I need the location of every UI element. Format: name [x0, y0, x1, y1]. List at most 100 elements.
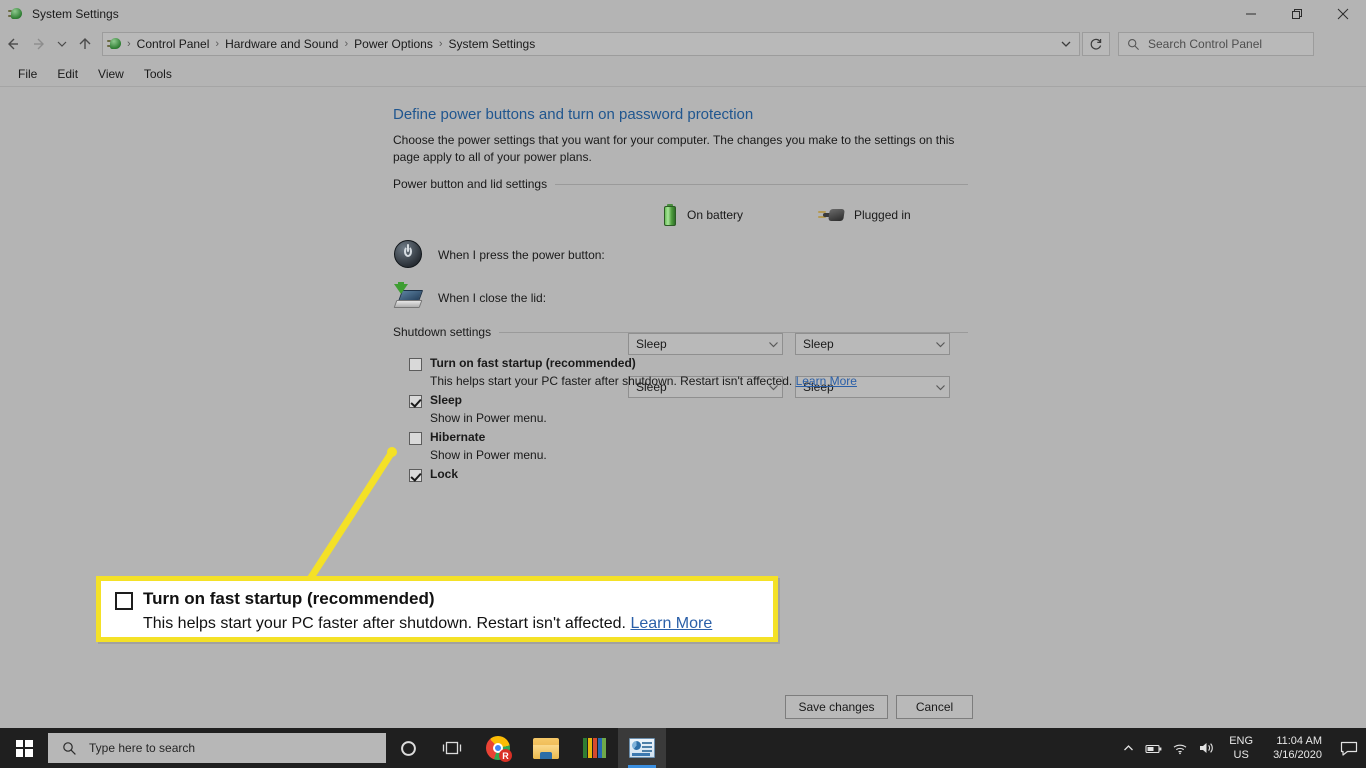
search-icon: [1127, 38, 1140, 51]
callout-checkbox-fast-startup: [115, 592, 133, 610]
system-tray: ENG US 11:04 AM 3/16/2020: [1115, 728, 1366, 768]
column-header-on-battery: On battery: [663, 203, 743, 227]
button-label: Save changes: [798, 700, 875, 714]
checkbox-row-fast-startup[interactable]: Turn on fast startup (recommended): [409, 356, 636, 371]
description-text: Show in Power menu.: [430, 411, 547, 425]
battery-icon: [663, 204, 677, 226]
address-breadcrumb-box[interactable]: › Control Panel › Hardware and Sound › P…: [102, 32, 1080, 56]
clock-date: 3/16/2020: [1273, 749, 1322, 761]
dropdown-value: Sleep: [636, 337, 667, 351]
callout-learn-more-link: Learn More: [630, 615, 713, 632]
windows-logo-icon[interactable]: [0, 728, 48, 768]
checkbox-description-sleep: Show in Power menu.: [430, 411, 547, 425]
description-text: This helps start your PC faster after sh…: [430, 374, 793, 388]
search-input[interactable]: Search Control Panel: [1148, 37, 1262, 51]
menu-item-view[interactable]: View: [88, 65, 134, 83]
group-label: Power button and lid settings: [393, 177, 548, 191]
column-label: Plugged in: [854, 208, 911, 222]
refresh-icon[interactable]: [1082, 32, 1110, 56]
menu-item-edit[interactable]: Edit: [47, 65, 88, 83]
recent-locations-chevron-down-icon[interactable]: [52, 29, 72, 59]
chevron-down-icon: [931, 339, 949, 350]
checkbox-fast-startup[interactable]: [409, 358, 422, 371]
taskbar: Type here to search R ENG US 11:04 AM 3/…: [0, 728, 1366, 768]
content-pane: Define power buttons and turn on passwor…: [0, 87, 1366, 719]
clock[interactable]: 11:04 AM 3/16/2020: [1263, 728, 1332, 768]
file-explorer-icon: [533, 737, 559, 759]
title-bar: System Settings: [0, 0, 1366, 28]
up-arrow-icon[interactable]: [72, 29, 98, 59]
menu-item-tools[interactable]: Tools: [134, 65, 182, 83]
checkbox-description-hibernate: Show in Power menu.: [430, 448, 547, 462]
learn-more-link[interactable]: Learn More: [796, 374, 857, 388]
menu-item-file[interactable]: File: [8, 65, 47, 83]
checkbox-hibernate[interactable]: [409, 432, 422, 445]
close-button[interactable]: [1320, 0, 1366, 28]
address-bar: › Control Panel › Hardware and Sound › P…: [0, 28, 1366, 60]
speaker-icon[interactable]: [1193, 728, 1219, 768]
description-text: Show in Power menu.: [430, 448, 547, 462]
clock-time: 11:04 AM: [1276, 735, 1322, 747]
taskbar-search-box[interactable]: Type here to search: [48, 733, 386, 763]
callout-title: Turn on fast startup (recommended): [143, 589, 435, 608]
checkbox-description-fast-startup: This helps start your PC faster after sh…: [430, 374, 857, 388]
callout-leader-line: [306, 447, 397, 583]
taskbar-app-google-chrome-icon[interactable]: R: [474, 728, 522, 768]
checkbox-lock[interactable]: [409, 469, 422, 482]
task-view-icon[interactable]: [430, 728, 474, 768]
callout-highlight-box: Turn on fast startup (recommended) This …: [96, 576, 778, 642]
google-chrome-icon: R: [486, 736, 512, 762]
setting-label: When I press the power button:: [438, 248, 605, 262]
language-indicator[interactable]: ENG US: [1219, 728, 1263, 768]
checkbox-label: Hibernate: [430, 430, 486, 444]
dropdown-value: Sleep: [803, 337, 834, 351]
control-panel-icon: [629, 738, 655, 758]
group-header-power-button-and-lid-settings: Power button and lid settings: [393, 177, 968, 191]
window-controls: [1228, 0, 1366, 28]
action-center-icon[interactable]: [1332, 728, 1366, 768]
taskbar-app-paint-icon[interactable]: [570, 728, 618, 768]
chevron-down-icon: [764, 339, 782, 350]
chevron-up-icon[interactable]: [1115, 728, 1141, 768]
checkbox-label: Turn on fast startup (recommended): [430, 356, 636, 370]
laptop-lid-icon: [393, 282, 425, 314]
group-divider: [555, 183, 968, 185]
menu-bar: File Edit View Tools: [0, 62, 1366, 86]
breadcrumb-item-power-options[interactable]: Power Options: [348, 37, 439, 51]
language-region: US: [1233, 749, 1249, 761]
checkbox-sleep[interactable]: [409, 395, 422, 408]
checkbox-row-lock[interactable]: Lock: [409, 467, 458, 482]
chevron-down-icon: [931, 382, 949, 393]
breadcrumb-item-control-panel[interactable]: Control Panel: [131, 37, 216, 51]
taskbar-app-control-panel-icon[interactable]: [618, 728, 666, 768]
taskbar-app-file-explorer-icon[interactable]: [522, 728, 570, 768]
button-label: Cancel: [915, 700, 954, 714]
breadcrumb: › Control Panel › Hardware and Sound › P…: [127, 33, 1055, 55]
save-changes-button[interactable]: Save changes: [785, 695, 888, 719]
address-chevron-down-icon[interactable]: [1055, 33, 1077, 55]
setting-label: When I close the lid:: [438, 291, 547, 305]
callout-description: This helps start your PC faster after sh…: [143, 615, 712, 633]
cortana-circle-icon[interactable]: [386, 728, 430, 768]
checkbox-row-sleep[interactable]: Sleep: [409, 393, 462, 408]
setting-row-close-lid: When I close the lid:: [393, 280, 546, 316]
back-arrow-icon[interactable]: [0, 29, 26, 59]
minimize-button[interactable]: [1228, 0, 1274, 28]
forward-arrow-icon[interactable]: [26, 29, 52, 59]
breadcrumb-item-system-settings[interactable]: System Settings: [443, 37, 542, 51]
page-description: Choose the power settings that you want …: [393, 133, 955, 164]
power-plug-icon: [107, 36, 123, 52]
breadcrumb-item-hardware-and-sound[interactable]: Hardware and Sound: [219, 37, 344, 51]
search-control-panel-box[interactable]: Search Control Panel: [1118, 32, 1314, 56]
maximize-restore-button[interactable]: [1274, 0, 1320, 28]
window-title: System Settings: [32, 7, 119, 21]
checkbox-label: Lock: [430, 467, 459, 481]
taskbar-search-input[interactable]: Type here to search: [89, 741, 195, 755]
callout-description-text: This helps start your PC faster after sh…: [143, 615, 626, 632]
wifi-icon[interactable]: [1167, 728, 1193, 768]
checkbox-row-hibernate[interactable]: Hibernate: [409, 430, 485, 445]
battery-tray-icon[interactable]: [1141, 728, 1167, 768]
group-divider: [499, 331, 968, 333]
power-button-icon: [393, 239, 425, 271]
cancel-button[interactable]: Cancel: [896, 695, 973, 719]
